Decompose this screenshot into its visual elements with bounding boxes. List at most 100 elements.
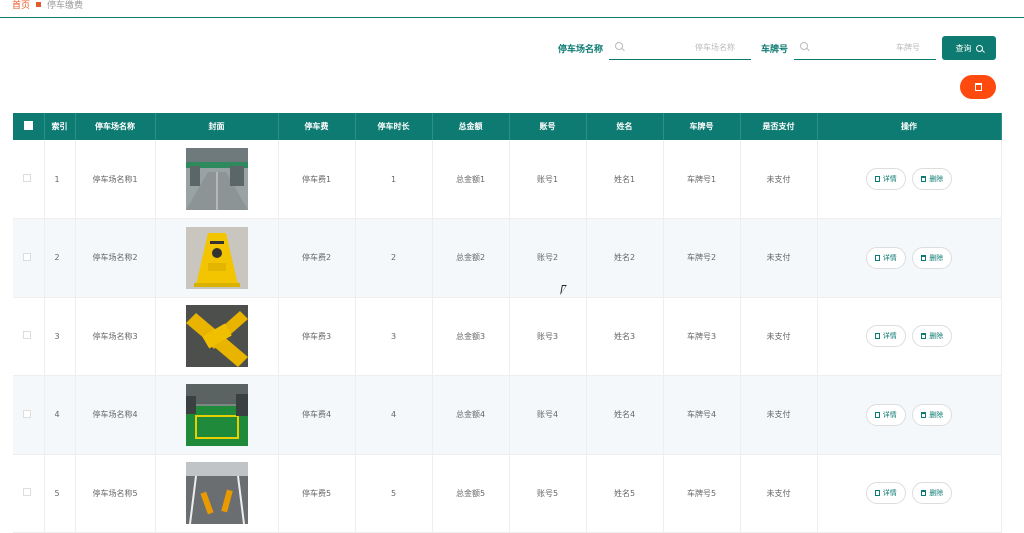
header-fee: 停车费 — [278, 113, 356, 140]
row-paid-status: 未支付 — [740, 454, 818, 533]
breadcrumb-separator-icon — [36, 2, 42, 7]
lot-search-input[interactable] — [608, 36, 751, 59]
header-select-all[interactable] — [13, 113, 45, 140]
delete-button[interactable]: 删除 — [912, 482, 953, 505]
trash-icon — [921, 490, 927, 497]
select-all-checkbox[interactable] — [23, 121, 33, 130]
row-name: 姓名1 — [586, 140, 664, 219]
cover-image-yellow-parking-sign[interactable] — [185, 226, 248, 289]
row-lot-name: 停车场名称3 — [75, 297, 156, 376]
detail-button[interactable]: 详情 — [865, 246, 906, 269]
row-plate: 车牌号5 — [663, 454, 741, 533]
row-name: 姓名3 — [586, 297, 664, 376]
row-actions: 详情 删除 — [817, 140, 1002, 219]
row-account: 账号5 — [509, 454, 587, 533]
row-plate: 车牌号4 — [663, 375, 741, 455]
detail-button-label: 详情 — [882, 332, 897, 341]
row-duration: 1 — [355, 140, 433, 219]
delete-button[interactable]: 删除 — [912, 168, 953, 190]
document-icon — [874, 254, 880, 261]
detail-button[interactable]: 详情 — [865, 482, 906, 505]
lot-search-field — [608, 36, 751, 60]
row-checkbox[interactable] — [23, 331, 31, 340]
cover-image-parking-lot-bollards[interactable] — [185, 462, 248, 525]
delete-button-label: 删除 — [929, 253, 944, 262]
row-total: 总金额2 — [432, 218, 510, 298]
row-fee: 停车费5 — [278, 454, 356, 533]
table-row: 3 停车场名称3 停车费3 3 总金额3 账号3 姓名3 车牌号3 未支付 详情… — [13, 297, 1002, 376]
search-row: 停车场名称 车牌号 查询 — [558, 36, 996, 60]
trash-icon — [921, 333, 927, 340]
header-name: 姓名 — [586, 113, 664, 140]
detail-button-label: 详情 — [882, 410, 897, 419]
row-checkbox[interactable] — [23, 409, 31, 418]
row-duration: 3 — [355, 297, 433, 376]
delete-button[interactable]: 删除 — [912, 403, 953, 426]
lot-search-label: 停车场名称 — [557, 44, 603, 55]
breadcrumb-current: 停车缴费 — [47, 1, 84, 11]
row-name: 姓名5 — [586, 454, 664, 533]
row-account: 账号2 — [509, 218, 587, 298]
table-header-row: 索引 停车场名称 封面 停车费 停车时长 总金额 账号 姓名 车牌号 是否支付 … — [13, 113, 1002, 140]
row-index: 1 — [44, 140, 76, 219]
row-plate: 车牌号2 — [663, 218, 741, 298]
plate-search-label: 车牌号 — [760, 44, 788, 55]
trash-icon — [921, 254, 927, 261]
row-actions: 详情 删除 — [817, 218, 1002, 298]
header-actions: 操作 — [817, 113, 1002, 140]
parking-fee-table: 索引 停车场名称 封面 停车费 停车时长 总金额 账号 姓名 车牌号 是否支付 … — [13, 113, 1002, 533]
cover-image-green-parking-space[interactable] — [185, 383, 248, 446]
header-duration: 停车时长 — [355, 113, 433, 140]
row-duration: 5 — [355, 454, 433, 533]
row-checkbox[interactable] — [23, 488, 31, 497]
header-total: 总金额 — [432, 113, 510, 140]
delete-button-label: 删除 — [929, 175, 944, 183]
row-paid-status: 未支付 — [740, 297, 818, 376]
document-icon — [874, 490, 880, 497]
delete-button[interactable]: 删除 — [912, 246, 953, 269]
row-total: 总金额5 — [432, 454, 510, 533]
row-actions: 详情 删除 — [817, 297, 1002, 376]
row-index: 4 — [44, 375, 76, 455]
plate-search-input[interactable] — [794, 36, 936, 59]
breadcrumb: 首页 停车缴费 — [12, 0, 83, 11]
detail-button[interactable]: 详情 — [865, 168, 906, 190]
cover-image-yellow-parking-marking[interactable] — [185, 305, 248, 368]
row-plate: 车牌号3 — [663, 297, 741, 376]
row-lot-name: 停车场名称1 — [75, 140, 156, 219]
row-account: 账号3 — [509, 297, 587, 376]
row-fee: 停车费3 — [278, 297, 356, 376]
detail-button-label: 详情 — [882, 175, 897, 183]
query-button[interactable]: 查询 — [942, 36, 996, 60]
plate-search-field — [794, 36, 936, 60]
delete-button[interactable]: 删除 — [912, 325, 953, 348]
row-checkbox[interactable] — [23, 174, 31, 182]
row-total: 总金额1 — [432, 140, 510, 219]
row-lot-name: 停车场名称2 — [75, 218, 156, 298]
table-row: 5 停车场名称5 停车费5 5 总金额5 账号5 姓名5 车牌号5 未支付 详情… — [13, 454, 1002, 533]
row-name: 姓名2 — [586, 218, 664, 298]
row-checkbox[interactable] — [23, 252, 31, 261]
detail-button-label: 详情 — [882, 253, 897, 262]
cover-image-garage-interior[interactable] — [185, 148, 248, 210]
row-lot-name: 停车场名称4 — [75, 375, 156, 455]
row-duration: 4 — [355, 375, 433, 455]
trash-icon — [921, 411, 927, 418]
row-index: 5 — [44, 454, 76, 533]
header-index: 索引 — [44, 113, 76, 140]
row-paid-status: 未支付 — [740, 375, 818, 455]
detail-button[interactable]: 详情 — [865, 403, 906, 426]
batch-delete-button[interactable] — [960, 75, 996, 99]
query-button-label: 查询 — [955, 43, 972, 53]
row-paid-status: 未支付 — [740, 140, 818, 219]
search-icon — [975, 44, 983, 52]
document-icon — [874, 176, 880, 182]
row-paid-status: 未支付 — [740, 218, 818, 298]
header-lot-name: 停车场名称 — [75, 113, 156, 140]
row-index: 3 — [44, 297, 76, 376]
header-plate: 车牌号 — [663, 113, 741, 140]
detail-button[interactable]: 详情 — [865, 325, 906, 348]
breadcrumb-home[interactable]: 首页 — [12, 0, 30, 11]
row-index: 2 — [44, 218, 76, 298]
header-account: 账号 — [509, 113, 587, 140]
